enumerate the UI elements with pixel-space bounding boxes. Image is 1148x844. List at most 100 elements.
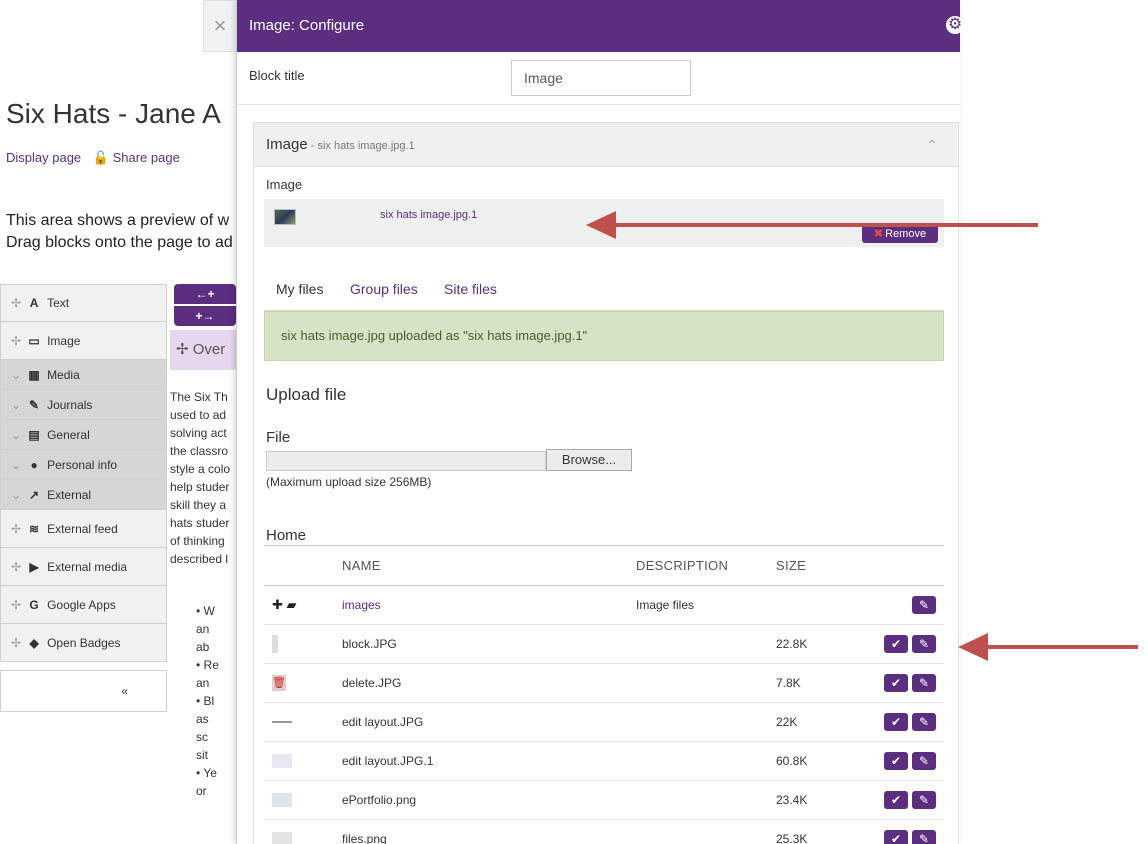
panel-title: Image bbox=[266, 136, 308, 153]
select-button[interactable]: ✔ bbox=[884, 790, 908, 809]
file-input[interactable] bbox=[266, 451, 546, 471]
file-description bbox=[636, 780, 776, 820]
check-icon: ✔ bbox=[890, 831, 902, 844]
body-line: help studer bbox=[170, 480, 230, 494]
annotation-arrow bbox=[978, 645, 1138, 649]
move-icon: ✢ bbox=[11, 521, 22, 536]
select-button[interactable]: ✔ bbox=[884, 634, 908, 653]
block-title-input[interactable] bbox=[511, 60, 691, 96]
tab-my-files[interactable]: My files bbox=[267, 281, 332, 313]
tab-group-files[interactable]: Group files bbox=[350, 281, 418, 297]
header-name: NAME bbox=[342, 547, 636, 586]
block-text[interactable]: ✢ A Text bbox=[0, 284, 167, 322]
collapse-button[interactable]: « bbox=[0, 670, 167, 712]
select-button[interactable]: ✔ bbox=[884, 712, 908, 731]
intro-line: This area shows a preview of w bbox=[6, 212, 230, 229]
check-icon: ✔ bbox=[890, 636, 902, 651]
rss-icon: ≋ bbox=[29, 521, 40, 536]
move-left-button[interactable]: ←+ bbox=[174, 284, 236, 304]
page-links: Display page 🔓 Share page bbox=[6, 150, 180, 166]
category-journals[interactable]: ⌄ ✎ Journals bbox=[0, 390, 167, 420]
block-image[interactable]: ✢ ▭ Image bbox=[0, 322, 167, 360]
body-line: skill they a bbox=[170, 498, 227, 512]
block-external-media[interactable]: ✢ ▶ External media bbox=[0, 548, 167, 586]
check-icon: ✔ bbox=[890, 675, 902, 690]
lock-icon: 🔓 bbox=[92, 150, 109, 165]
bullet-text: • W an ab • Re an • Bl as sc sit • Ye or bbox=[196, 602, 236, 800]
tab-site-files[interactable]: Site files bbox=[444, 281, 497, 297]
screenshot: × Six Hats - Jane A Display page 🔓 Share… bbox=[0, 0, 1148, 844]
pencil-icon: ✎ bbox=[918, 831, 930, 844]
move-icon: ✢ bbox=[11, 635, 22, 650]
file-size: 60.8K bbox=[776, 741, 856, 781]
browse-button[interactable]: Browse... bbox=[546, 449, 632, 471]
bullet-line: • Bl bbox=[196, 694, 215, 708]
header-actions bbox=[856, 547, 944, 586]
bullet-line: • Re bbox=[196, 658, 219, 672]
divider bbox=[264, 545, 944, 546]
header-size: SIZE bbox=[776, 547, 856, 586]
chevron-down-icon: ⌄ bbox=[11, 397, 22, 412]
file-name: ePortfolio.png bbox=[342, 780, 636, 820]
share-page-link[interactable]: Share page bbox=[113, 150, 180, 165]
panel-subtitle: - six hats image.jpg.1 bbox=[307, 140, 415, 152]
table-header: NAME DESCRIPTION SIZE bbox=[264, 547, 944, 586]
category-media[interactable]: ⌄ ▦ Media bbox=[0, 360, 167, 390]
block-external-feed[interactable]: ✢ ≋ External feed bbox=[0, 510, 167, 548]
divider bbox=[237, 104, 961, 105]
edit-button[interactable]: ✎ bbox=[912, 829, 936, 844]
block-label: External bbox=[47, 487, 92, 502]
block-open-badges[interactable]: ✢ ◆ Open Badges bbox=[0, 624, 167, 662]
check-icon: ✔ bbox=[890, 792, 902, 807]
intro-line: Drag blocks onto the page to ad bbox=[6, 234, 233, 251]
body-line: the classro bbox=[170, 444, 229, 458]
select-button[interactable]: ✔ bbox=[884, 829, 908, 844]
category-external[interactable]: ⌄ ↗ External bbox=[0, 480, 167, 510]
body-line: hats studer bbox=[170, 516, 230, 530]
folder-name[interactable]: images bbox=[342, 598, 381, 612]
bullet-line: • Ye bbox=[196, 766, 217, 780]
remove-button[interactable]: ✖ Remove bbox=[862, 225, 938, 243]
close-icon: ✖ bbox=[873, 228, 884, 240]
chevron-down-icon: ⌄ bbox=[11, 487, 22, 502]
select-button[interactable]: ✔ bbox=[884, 751, 908, 770]
move-right-button[interactable]: +→ bbox=[174, 306, 236, 326]
display-page-link[interactable]: Display page bbox=[6, 150, 81, 165]
body-line: of thinking bbox=[170, 534, 225, 548]
panel-header[interactable]: Image - six hats image.jpg.1 ⌃ bbox=[254, 123, 958, 167]
category-personal-info[interactable]: ⌄ ● Personal info bbox=[0, 450, 167, 480]
close-icon[interactable]: × bbox=[203, 0, 237, 52]
edit-button[interactable]: ✎ bbox=[912, 634, 936, 653]
pencil-icon: ✎ bbox=[918, 753, 930, 768]
overview-block[interactable]: ✢ Over bbox=[170, 330, 236, 370]
edit-button[interactable]: ✎ bbox=[912, 595, 936, 614]
block-google-apps[interactable]: ✢ G Google Apps bbox=[0, 586, 167, 624]
edit-button[interactable]: ✎ bbox=[912, 790, 936, 809]
bullet-line: ab bbox=[196, 640, 210, 654]
select-button[interactable]: ✔ bbox=[884, 673, 908, 692]
move-icon: ✢ bbox=[11, 597, 22, 612]
gear-icon[interactable]: ⚙ bbox=[946, 16, 964, 34]
edit-button[interactable]: ✎ bbox=[912, 673, 936, 692]
edit-button[interactable]: ✎ bbox=[912, 712, 936, 731]
overview-title: Over bbox=[192, 341, 226, 358]
edit-button[interactable]: ✎ bbox=[912, 751, 936, 770]
selected-image-name[interactable]: six hats image.jpg.1 bbox=[380, 209, 477, 221]
intro-text: This area shows a preview of w Drag bloc… bbox=[6, 210, 233, 254]
chevron-up-icon[interactable]: ⌃ bbox=[926, 123, 938, 167]
body-line: used to ad bbox=[170, 408, 227, 422]
table-row: edit layout.JPG.1 60.8K ✔ ✎ bbox=[264, 741, 944, 781]
file-description bbox=[636, 741, 776, 781]
image-icon: ▭ bbox=[28, 333, 40, 348]
pencil-icon: ✎ bbox=[918, 597, 930, 612]
file-thumbnail bbox=[272, 753, 292, 768]
category-general[interactable]: ⌄ ▤ General bbox=[0, 420, 167, 450]
block-list: ✢ A Text ✢ ▭ Image ⌄ ▦ Media ⌄ ✎ Journals ⌄ ▤ Gene… bbox=[0, 284, 167, 712]
body-line: described l bbox=[170, 552, 229, 566]
google-icon: G bbox=[29, 597, 39, 612]
file-name: delete.JPG bbox=[342, 663, 636, 703]
header-icon bbox=[264, 547, 342, 586]
file-description bbox=[636, 819, 776, 844]
film-icon: ▦ bbox=[28, 367, 40, 382]
home-breadcrumb[interactable]: Home bbox=[266, 527, 306, 544]
